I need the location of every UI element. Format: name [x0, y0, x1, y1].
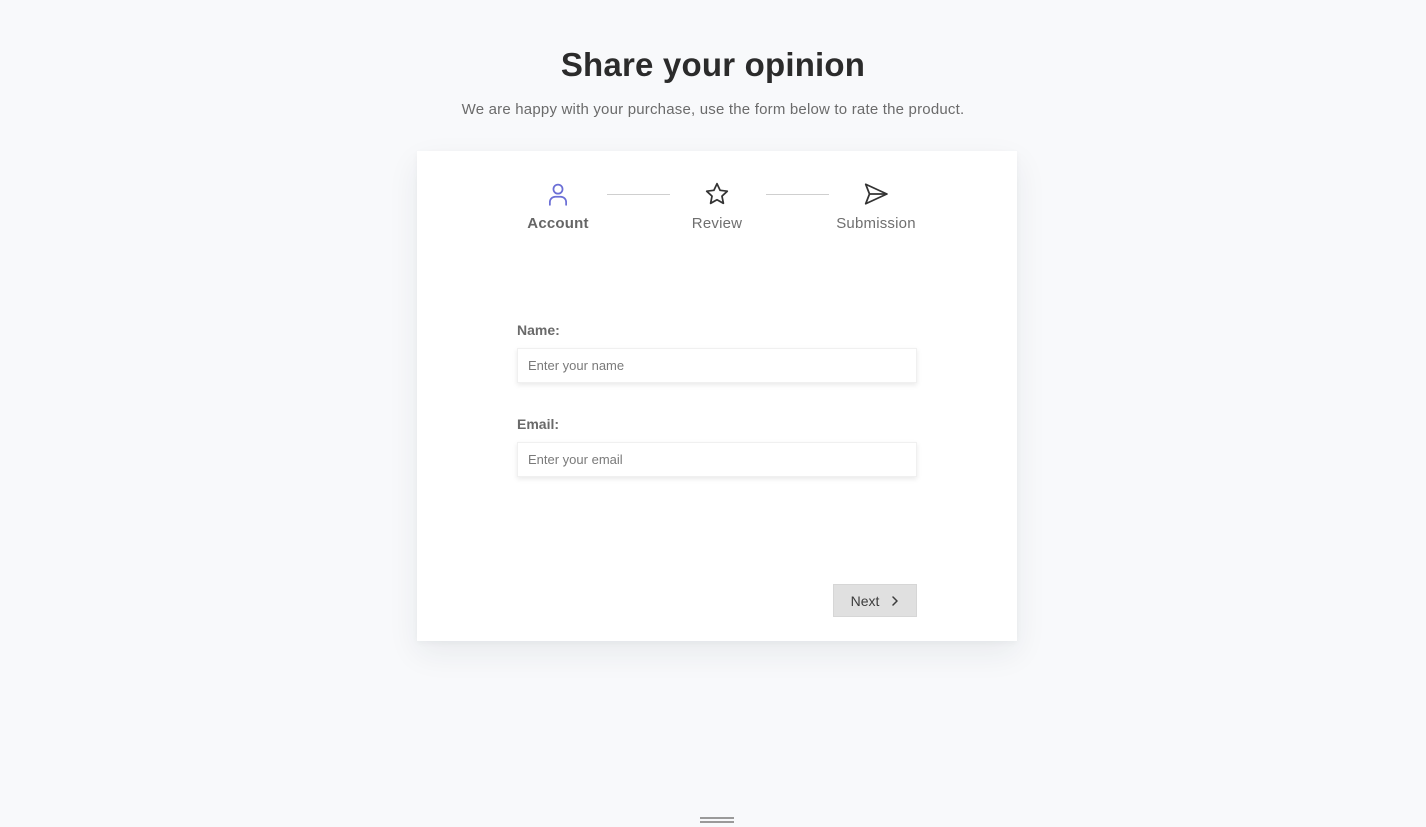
step-review[interactable]: Review: [662, 181, 772, 232]
star-icon: [705, 182, 729, 205]
name-label: Name:: [517, 322, 560, 338]
next-button[interactable]: Next: [833, 584, 917, 617]
next-button-label: Next: [850, 592, 880, 609]
step-connector: [766, 194, 829, 195]
user-icon: [549, 183, 567, 206]
drag-handle-line: [700, 821, 734, 823]
step-account[interactable]: Account: [503, 181, 613, 232]
page-title: Share your opinion: [560, 46, 866, 83]
step-connector: [607, 194, 670, 195]
step-review-label: Review: [691, 215, 743, 232]
review-form-card: Account Review Submission Name: Email: N…: [417, 151, 1017, 641]
drag-handle-line: [700, 817, 734, 819]
drag-handle[interactable]: [700, 817, 734, 827]
step-submission-label: Submission: [836, 215, 916, 232]
stepper: Account Review Submission: [417, 181, 1017, 241]
step-submission[interactable]: Submission: [821, 181, 931, 232]
page-subtitle: We are happy with your purchase, use the…: [461, 101, 965, 118]
name-input[interactable]: [517, 348, 917, 383]
step-account-label: Account: [527, 215, 589, 232]
chevron-right-icon: [892, 595, 899, 606]
email-input[interactable]: [517, 442, 917, 477]
send-icon: [864, 183, 888, 205]
email-label: Email:: [517, 416, 560, 432]
